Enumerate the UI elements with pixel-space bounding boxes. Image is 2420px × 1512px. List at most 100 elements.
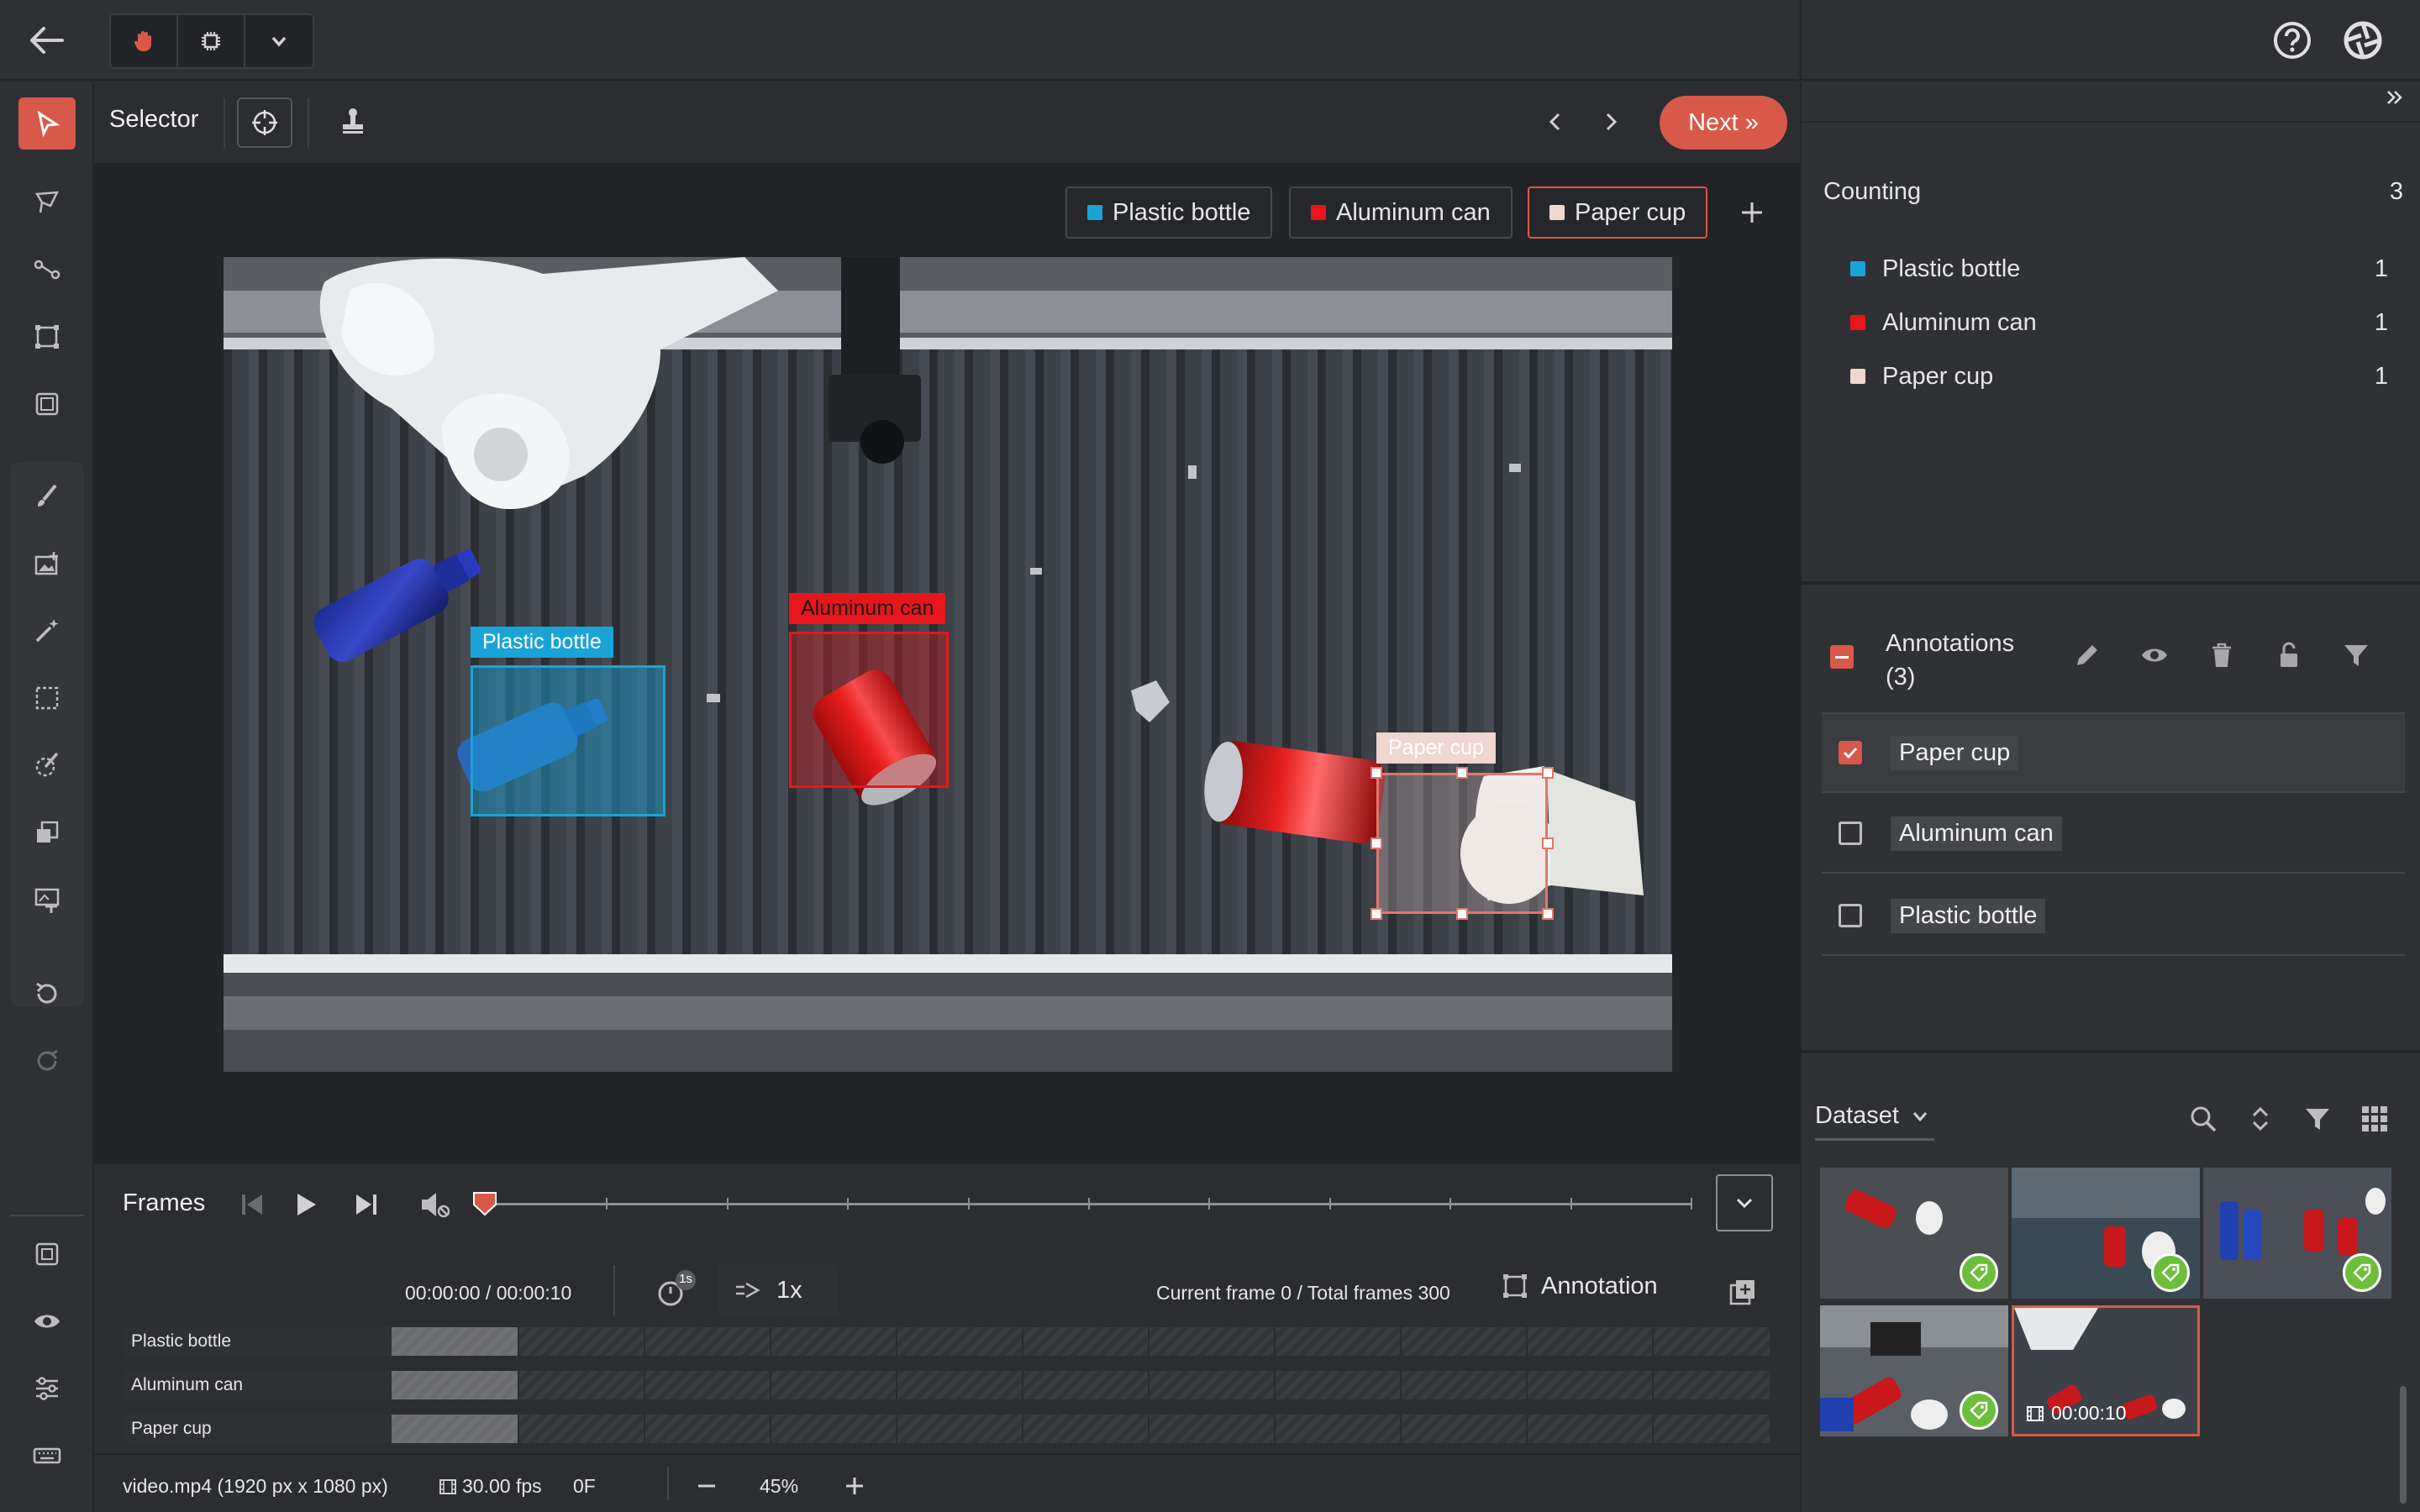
resize-handle[interactable] xyxy=(1456,767,1468,779)
stamp-icon[interactable] xyxy=(338,106,368,136)
select-all-checkbox[interactable] xyxy=(1830,645,1854,669)
annotation-checkbox[interactable] xyxy=(1839,822,1862,845)
next-icon[interactable] xyxy=(1598,109,1623,134)
rotated-box-tool-icon[interactable] xyxy=(18,378,76,430)
annotation-checkbox[interactable] xyxy=(1839,741,1862,764)
resize-handle[interactable] xyxy=(1542,767,1554,779)
filter-icon[interactable] xyxy=(2341,640,2371,670)
step-forward-icon[interactable] xyxy=(351,1191,381,1218)
class-chip-plastic-bottle[interactable]: Plastic bottle xyxy=(1065,186,1273,239)
bbox-plastic-bottle[interactable] xyxy=(471,665,666,816)
mute-icon[interactable] xyxy=(418,1189,452,1220)
image-edit-tool-icon[interactable] xyxy=(18,538,76,590)
layers-tool-icon[interactable] xyxy=(18,806,76,858)
dataset-thumbnail[interactable] xyxy=(1820,1168,2008,1299)
divider xyxy=(224,97,225,148)
track-segment-divider xyxy=(1022,1327,1023,1356)
class-chip-paper-cup[interactable]: Paper cup xyxy=(1528,186,1708,239)
resize-handle[interactable] xyxy=(1456,908,1468,920)
marquee-tool-icon[interactable] xyxy=(18,672,76,724)
collapse-panel-icon[interactable] xyxy=(2383,86,2407,109)
settings-sliders-icon[interactable] xyxy=(18,1362,76,1415)
fit-screen-icon[interactable] xyxy=(18,1228,76,1280)
play-icon[interactable] xyxy=(292,1191,319,1218)
add-layer-icon[interactable] xyxy=(1728,1277,1758,1307)
undo-icon[interactable] xyxy=(18,968,76,1020)
search-icon[interactable] xyxy=(2188,1104,2218,1134)
resize-handle[interactable] xyxy=(1370,837,1382,849)
dataset-thumbnail[interactable] xyxy=(2203,1168,2391,1299)
track-segment-divider xyxy=(1526,1327,1528,1356)
collapse-frames-button[interactable] xyxy=(1716,1174,1773,1231)
keyboard-icon[interactable] xyxy=(18,1430,76,1482)
resize-handle[interactable] xyxy=(1542,908,1554,920)
speed-button[interactable]: 1x xyxy=(718,1265,839,1315)
image-text-tool-icon[interactable] xyxy=(18,874,76,926)
annotation-row-paper-cup[interactable]: Paper cup xyxy=(1822,714,2405,793)
trash-icon[interactable] xyxy=(2207,640,2237,670)
redo-icon[interactable] xyxy=(18,1035,76,1087)
bounding-box-tool-icon[interactable] xyxy=(18,311,76,363)
chevron-down-icon[interactable] xyxy=(245,15,313,67)
top-bar-right xyxy=(1800,0,2420,81)
count-label: Plastic bottle xyxy=(1882,255,2021,282)
dataset-thumbnail[interactable] xyxy=(2012,1168,2200,1299)
line-tool-icon[interactable] xyxy=(18,244,76,296)
track-bar[interactable] xyxy=(392,1327,1780,1356)
lasso-tool-icon[interactable] xyxy=(18,176,76,228)
brush-tool-icon[interactable] xyxy=(18,470,76,522)
eye-icon[interactable] xyxy=(2139,640,2170,670)
class-chip-aluminum-can[interactable]: Aluminum can xyxy=(1289,186,1512,239)
zoom-out-icon[interactable] xyxy=(694,1473,719,1499)
sort-icon[interactable] xyxy=(2245,1104,2275,1134)
crosshair-icon[interactable] xyxy=(237,97,292,148)
chevron-down-icon xyxy=(1736,1198,1753,1209)
chip-icon[interactable] xyxy=(178,15,245,67)
bbox-paper-cup[interactable] xyxy=(1376,773,1548,914)
tag-icon xyxy=(1960,1391,1998,1430)
smart-brush-tool-icon[interactable] xyxy=(18,739,76,791)
resize-handle[interactable] xyxy=(1370,908,1382,920)
timeline-tick xyxy=(967,1198,970,1210)
filter-icon[interactable] xyxy=(2302,1104,2333,1134)
track-bar[interactable] xyxy=(392,1371,1780,1399)
timeline-tick xyxy=(726,1198,729,1210)
timeline-tick xyxy=(1449,1198,1452,1210)
track-segment-divider xyxy=(1274,1371,1276,1399)
zoom-in-icon[interactable] xyxy=(842,1473,867,1499)
back-arrow-icon[interactable] xyxy=(24,22,71,59)
step-back-icon[interactable] xyxy=(237,1191,267,1218)
track-segment-divider xyxy=(1652,1327,1654,1356)
color-swatch xyxy=(1549,205,1565,220)
magic-wand-tool-icon[interactable] xyxy=(18,605,76,657)
grid-view-icon[interactable] xyxy=(2360,1104,2390,1134)
add-class-icon[interactable] xyxy=(1738,198,1766,227)
select-tool-icon[interactable] xyxy=(18,97,76,150)
eye-icon[interactable] xyxy=(18,1295,76,1347)
annotation-row-aluminum-can[interactable]: Aluminum can xyxy=(1822,795,2405,874)
color-swatch xyxy=(1311,205,1326,220)
dataset-scrollbar[interactable] xyxy=(2400,1386,2407,1504)
next-button[interactable]: Next » xyxy=(1660,96,1787,150)
dataset-thumbnail[interactable] xyxy=(1820,1305,2008,1436)
annotation-checkbox[interactable] xyxy=(1839,904,1862,927)
annotation-toggle[interactable]: Annotation xyxy=(1501,1272,1658,1300)
video-frame-image[interactable]: Plastic bottle Aluminum can Paper cup xyxy=(224,257,1672,1072)
playhead-handle[interactable] xyxy=(471,1189,499,1218)
resize-handle[interactable] xyxy=(1370,767,1382,779)
edit-icon[interactable] xyxy=(2072,640,2102,670)
dataset-dropdown[interactable]: Dataset xyxy=(1815,1102,1934,1141)
prev-icon[interactable] xyxy=(1543,109,1568,134)
annotation-row-plastic-bottle[interactable]: Plastic bottle xyxy=(1822,877,2405,956)
count-row-plastic-bottle: Plastic bottle 1 xyxy=(1850,252,2388,286)
track-bar[interactable] xyxy=(392,1415,1780,1443)
resize-handle[interactable] xyxy=(1542,837,1554,849)
unlock-icon[interactable] xyxy=(2274,640,2304,670)
track-segment-divider xyxy=(1148,1415,1150,1443)
help-icon[interactable] xyxy=(2272,20,2312,60)
hand-icon[interactable] xyxy=(111,15,178,67)
track-segment-divider xyxy=(518,1371,519,1399)
bbox-aluminum-can[interactable] xyxy=(789,632,949,788)
timer-icon[interactable]: 1s xyxy=(652,1268,702,1310)
dataset-thumbnail-current-video[interactable]: 00:00:10 xyxy=(2012,1305,2200,1436)
